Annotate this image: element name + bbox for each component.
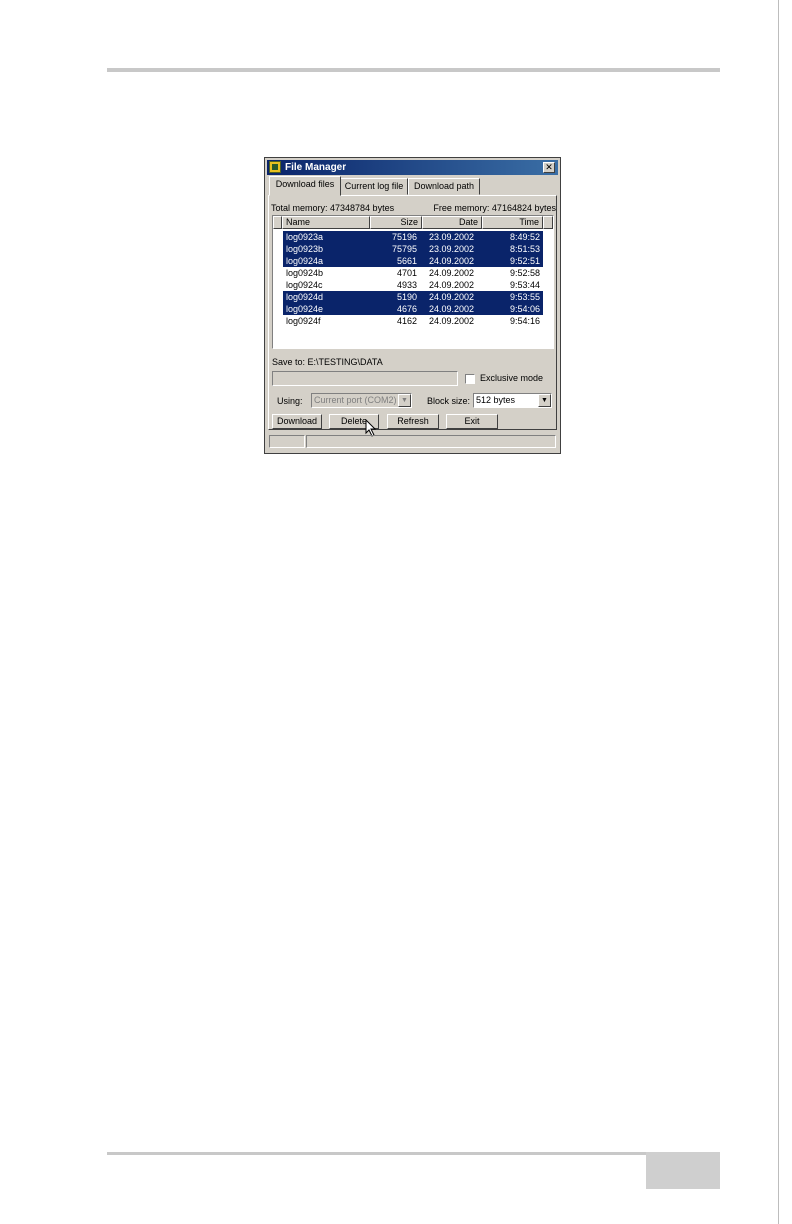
cell-time: 9:52:51 [509, 256, 540, 266]
window-title: File Manager [285, 162, 347, 173]
tab-download-files[interactable]: Download files [269, 176, 341, 196]
exclusive-mode-label: Exclusive mode [480, 373, 544, 383]
cell-time: 9:53:44 [509, 280, 540, 290]
cell-date: 23.09.2002 [429, 244, 475, 254]
list-header: Name Size Date Time [273, 216, 553, 229]
refresh-button[interactable]: Refresh [387, 414, 439, 429]
page-edge-line [778, 0, 779, 1224]
table-row[interactable]: log0923b 75795 23.09.2002 8:51:53 [283, 243, 543, 255]
header-end [543, 216, 553, 229]
cell-name: log0924c [286, 280, 323, 290]
title-bar[interactable]: File Manager ✕ [267, 160, 558, 175]
status-panel-right [306, 435, 556, 448]
cell-size: 5661 [396, 256, 417, 266]
save-to-path: Save to: E:\TESTING\DATA [272, 357, 383, 367]
cell-size: 75795 [391, 244, 417, 254]
column-size[interactable]: Size [370, 216, 422, 229]
cell-date: 24.09.2002 [429, 304, 475, 314]
table-row[interactable]: log0924c 4933 24.09.2002 9:53:44 [283, 279, 543, 291]
cell-name: log0924d [286, 292, 324, 302]
block-size-label: Block size: [427, 396, 471, 406]
app-icon [269, 161, 281, 173]
cell-date: 24.09.2002 [429, 316, 475, 326]
page-number-tab [646, 1152, 720, 1189]
header-spacer [273, 216, 282, 229]
table-row[interactable]: log0924f 4162 24.09.2002 9:54:16 [283, 315, 543, 327]
cell-name: log0924a [286, 256, 324, 266]
cell-date: 24.09.2002 [429, 268, 475, 278]
cell-size: 75196 [391, 232, 417, 242]
header-rule [107, 68, 720, 72]
cell-size: 4162 [396, 316, 417, 326]
table-row[interactable]: log0924d 5190 24.09.2002 9:53:55 [283, 291, 543, 303]
chevron-down-icon[interactable]: ▼ [398, 394, 411, 407]
cell-date: 24.09.2002 [429, 280, 475, 290]
table-row[interactable]: log0924a 5661 24.09.2002 9:52:51 [283, 255, 543, 267]
cell-time: 8:51:53 [509, 244, 540, 254]
column-name[interactable]: Name [282, 216, 370, 229]
cell-name: log0923b [286, 244, 324, 254]
table-row[interactable]: log0923a 75196 23.09.2002 8:49:52 [283, 231, 543, 243]
cell-time: 9:54:16 [509, 316, 540, 326]
download-button[interactable]: Download [272, 414, 322, 429]
cell-size: 4676 [396, 304, 417, 314]
port-select-value: Current port (COM2) [314, 395, 397, 405]
cell-size: 5190 [396, 292, 417, 302]
status-panel-left [269, 435, 305, 448]
footer-rule [107, 1152, 720, 1155]
chevron-down-icon[interactable]: ▼ [538, 394, 551, 407]
column-time[interactable]: Time [482, 216, 543, 229]
cell-name: log0923a [286, 232, 324, 242]
cell-name: log0924e [286, 304, 324, 314]
cell-time: 9:54:06 [509, 304, 540, 314]
cell-name: log0924f [286, 316, 321, 326]
cell-size: 4933 [396, 280, 417, 290]
tab-download-path[interactable]: Download path [408, 178, 480, 195]
file-manager-window: File Manager ✕ Download files Current lo… [264, 157, 561, 454]
cell-time: 9:53:55 [509, 292, 540, 302]
table-row[interactable]: log0924b 4701 24.09.2002 9:52:58 [283, 267, 543, 279]
column-date[interactable]: Date [422, 216, 482, 229]
progress-bar [272, 371, 458, 386]
cell-time: 8:49:52 [509, 232, 540, 242]
exit-button[interactable]: Exit [446, 414, 498, 429]
cell-date: 24.09.2002 [429, 256, 475, 266]
cell-size: 4701 [396, 268, 417, 278]
cell-date: 23.09.2002 [429, 232, 475, 242]
tab-current-log-file[interactable]: Current log file [340, 178, 408, 195]
block-size-value: 512 bytes [476, 395, 516, 405]
exclusive-mode-checkbox[interactable] [465, 374, 475, 384]
port-select[interactable]: Current port (COM2) ▼ [311, 393, 412, 408]
using-label: Using: [277, 396, 303, 406]
cell-date: 24.09.2002 [429, 292, 475, 302]
file-list[interactable]: Name Size Date Time log0923a 75196 23.09.2… [272, 215, 554, 349]
block-size-select[interactable]: 512 bytes ▼ [473, 393, 552, 408]
cell-name: log0924b [286, 268, 324, 278]
total-memory: Total memory: 47348784 bytes [271, 203, 395, 213]
free-memory: Free memory: 47164824 bytes [433, 203, 556, 213]
close-icon[interactable]: ✕ [543, 162, 555, 173]
cell-time: 9:52:58 [509, 268, 540, 278]
table-row[interactable]: log0924e 4676 24.09.2002 9:54:06 [283, 303, 543, 315]
